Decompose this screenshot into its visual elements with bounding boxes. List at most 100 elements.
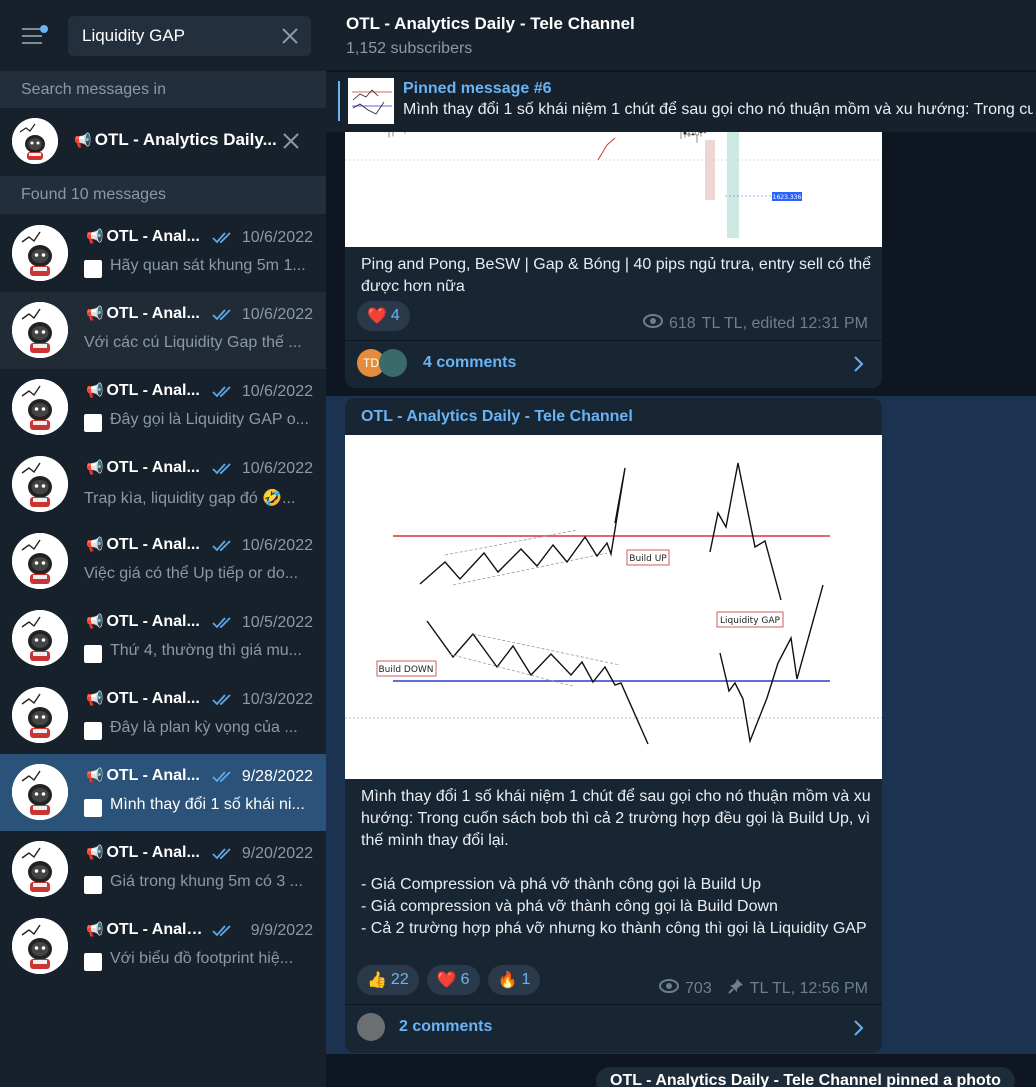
result-title: 📢 OTL - Anal... xyxy=(86,228,206,246)
pinned-text: Mình thay đổi 1 số khái niệm 1 chút để s… xyxy=(403,101,1033,118)
search-input[interactable] xyxy=(82,25,272,47)
double-check-icon xyxy=(212,462,234,476)
megaphone-icon: 📢 xyxy=(86,459,104,475)
commenter-avatars: TD xyxy=(357,349,407,377)
fire-emoji: 🔥 xyxy=(497,972,518,989)
avatar xyxy=(12,302,68,358)
result-date: 10/3/2022 xyxy=(241,691,313,708)
chat-area: OTL - Analytics Daily - Tele Channel 1,1… xyxy=(326,0,1036,1087)
search-result-item[interactable]: 📢 OTL - Anal... 10/6/2022 Việc giá có thể … xyxy=(0,523,326,600)
chat-header[interactable]: OTL - Analytics Daily - Tele Channel 1,1… xyxy=(326,0,1036,70)
result-snippet: Việc giá có thể Up tiếp or do... xyxy=(84,565,299,582)
heart-emoji: ❤️ xyxy=(436,972,457,989)
search-result-item[interactable]: 📢 OTL - Anal... 10/6/2022 Với các cú Liqui… xyxy=(0,292,326,369)
result-title: 📢 OTL - Anal... xyxy=(86,305,206,323)
result-chat-name: OTL - Anal... xyxy=(106,536,200,553)
result-title: 📢 OTL - Anal... xyxy=(86,767,206,785)
result-date: 9/9/2022 xyxy=(250,922,313,939)
result-chat-name: OTL - Anal... xyxy=(106,844,200,861)
comments-button[interactable]: TD 4 comments xyxy=(345,341,882,387)
double-check-icon xyxy=(212,924,234,938)
megaphone-icon: 📢 xyxy=(86,921,104,937)
search-result-item[interactable]: 📢 OTL - Anal... 10/3/2022 Đây là plan kỳ v… xyxy=(0,677,326,754)
search-result-item[interactable]: 📢 OTL - Anal... 10/6/2022 Hãy quan sát khu… xyxy=(0,215,326,292)
result-snippet: Với biểu đồ footprint hiệ... xyxy=(110,950,294,967)
message-sender: OTL - Analytics Daily - Tele Channel xyxy=(361,408,633,425)
result-date: 10/6/2022 xyxy=(241,306,313,323)
caption-line: - Giá Compression và phá vỡ thành công g… xyxy=(361,876,762,893)
message-caption: Ping and Pong, BeSW | Gap & Bóng | 40 pi… xyxy=(361,256,871,295)
service-message: OTL - Analytics Daily - Tele Channel pin… xyxy=(596,1067,1015,1087)
telegram-window: Search messages in 📢 OTL - Analytics Dai… xyxy=(0,0,1036,1087)
liquidity-gap-label: Liquidity GAP xyxy=(720,616,780,626)
search-scope-chat[interactable]: 📢 OTL - Analytics Daily... xyxy=(0,108,326,176)
pinned-message-bar[interactable]: Pinned message #6 Mình thay đổi 1 số khá… xyxy=(326,72,1036,132)
pinned-title: Pinned message #6 xyxy=(403,80,552,97)
result-snippet: Thứ 4, thường thì giá mu... xyxy=(110,642,302,659)
caption-line: - Giá compression và phá vỡ thành công g… xyxy=(361,898,778,915)
price-label: 1623.336 xyxy=(773,194,802,201)
reactions: ❤️ 4 xyxy=(357,301,410,331)
search-in-label: Search messages in xyxy=(0,71,326,109)
search-result-item[interactable]: 📢 OTL - Anal... 9/28/2022 Mình thay đổi 1 … xyxy=(0,754,326,831)
message-photo[interactable]: Build UP Build DOWN Liquidity GAP xyxy=(345,435,882,779)
build-down-label: Build DOWN xyxy=(378,665,433,675)
reaction-heart[interactable]: ❤️ 4 xyxy=(357,301,410,331)
photo-thumbnail-icon xyxy=(84,414,102,432)
author-time: TL TL, 12:56 PM xyxy=(749,979,868,997)
megaphone-icon: 📢 xyxy=(74,132,92,148)
reaction-heart[interactable]: ❤️ 6 xyxy=(426,965,480,995)
reaction-fire[interactable]: 🔥 1 xyxy=(487,965,541,995)
message-meta: 618 TL TL, edited 12:31 PM xyxy=(642,314,868,333)
scope-chat-title: 📢 OTL - Analytics Daily... xyxy=(74,130,277,150)
photo-thumbnail-icon xyxy=(84,260,102,278)
comments-button[interactable]: 2 comments xyxy=(345,1005,882,1051)
found-label: Found 10 messages xyxy=(0,176,326,214)
eye-icon xyxy=(659,979,680,998)
close-icon[interactable] xyxy=(279,25,301,47)
reaction-count: 6 xyxy=(460,971,470,988)
search-result-item[interactable]: 📢 OTL - Analyt... 9/9/2022 Với biểu đồ foo… xyxy=(0,908,326,985)
result-date: 10/6/2022 xyxy=(241,537,313,554)
megaphone-icon: 📢 xyxy=(86,613,104,629)
reaction-thumbs-up[interactable]: 👍 22 xyxy=(357,965,419,995)
double-check-icon xyxy=(212,308,234,322)
message-bubble[interactable]: 1623.336 Ping and Pong, BeSW | Gap & Bón… xyxy=(345,100,882,388)
comments-label: 4 comments xyxy=(423,354,517,371)
avatar xyxy=(379,349,407,377)
search-result-item[interactable]: 📢 OTL - Anal... 10/6/2022 Trap kìa, liquid… xyxy=(0,446,326,523)
result-date: 10/6/2022 xyxy=(241,229,313,246)
megaphone-icon: 📢 xyxy=(86,767,104,783)
result-snippet: Mình thay đổi 1 số khái ni... xyxy=(110,796,305,813)
result-chat-name: OTL - Anal... xyxy=(106,228,200,245)
megaphone-icon: 📢 xyxy=(86,228,104,244)
author-time: TL TL, edited 12:31 PM xyxy=(701,314,868,332)
photo-thumbnail-icon xyxy=(84,876,102,894)
view-count: 618 xyxy=(668,314,696,332)
reaction-count: 1 xyxy=(521,971,531,988)
result-chat-name: OTL - Anal... xyxy=(106,382,200,399)
double-check-icon xyxy=(212,385,234,399)
chevron-right-icon xyxy=(852,1019,866,1037)
pinned-indicator xyxy=(338,81,340,121)
avatar xyxy=(12,841,68,897)
result-snippet: Đây gọi là Liquidity GAP o... xyxy=(110,411,309,428)
search-result-item[interactable]: 📢 OTL - Anal... 9/20/2022 Giá trong khung … xyxy=(0,831,326,908)
pin-icon xyxy=(728,978,744,999)
eye-icon xyxy=(642,314,663,333)
result-title: 📢 OTL - Anal... xyxy=(86,536,206,554)
double-check-icon xyxy=(212,231,234,245)
double-check-icon xyxy=(212,770,234,784)
message-bubble[interactable]: OTL - Analytics Daily - Tele Channel Bui… xyxy=(345,398,882,1053)
search-result-item[interactable]: 📢 OTL - Anal... 10/6/2022 Đây gọi là Liqui… xyxy=(0,369,326,446)
subscriber-count: 1,152 subscribers xyxy=(346,40,473,57)
double-check-icon xyxy=(212,616,234,630)
menu-icon[interactable] xyxy=(20,24,50,48)
avatar xyxy=(12,687,68,743)
close-icon[interactable] xyxy=(280,130,302,152)
result-title: 📢 OTL - Anal... xyxy=(86,613,206,631)
photo-thumbnail-icon xyxy=(84,799,102,817)
result-chat-name: OTL - Anal... xyxy=(106,613,200,630)
search-result-item[interactable]: 📢 OTL - Anal... 10/5/2022 Thứ 4, thường th… xyxy=(0,600,326,677)
